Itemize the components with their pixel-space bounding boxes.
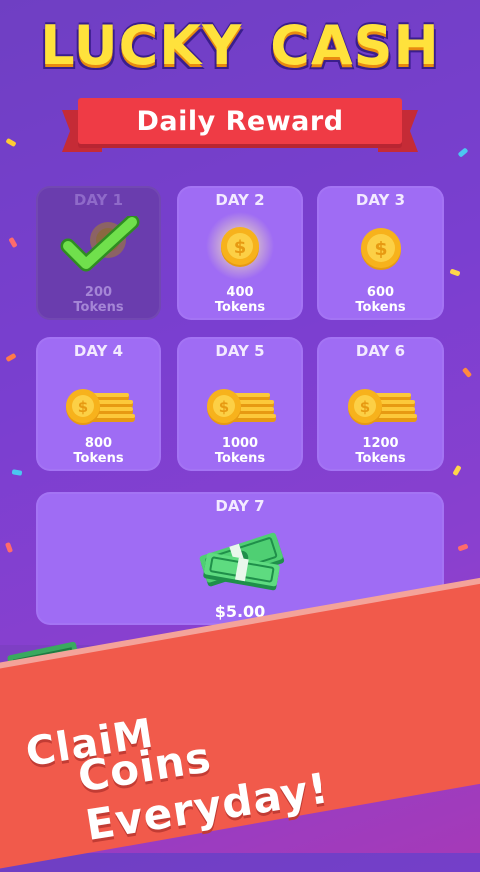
- coin-stack-icon: $: [65, 389, 135, 425]
- confetti: [5, 137, 17, 148]
- svg-text:$: $: [374, 238, 387, 260]
- cash-bundle-icon: [199, 532, 285, 591]
- coin-with-check-icon: [60, 216, 139, 272]
- day-label: DAY 2: [215, 191, 265, 209]
- reward-unit: Tokens: [73, 451, 124, 466]
- reward-amount: 600: [366, 285, 395, 300]
- reward-card-day-3[interactable]: DAY 3 $ 600 Tokens: [317, 186, 444, 320]
- coin-stack-icon: $: [347, 389, 417, 425]
- svg-text:$: $: [77, 398, 87, 416]
- banner-label: Daily Reward: [136, 105, 344, 137]
- reward-amount: 1200: [362, 436, 399, 451]
- reward-unit: Tokens: [214, 451, 266, 466]
- day-label: DAY 7: [215, 497, 265, 515]
- reward-card-day-1[interactable]: DAY 1 200 Tokens: [36, 186, 161, 320]
- confetti: [457, 543, 469, 552]
- confetti: [8, 236, 18, 249]
- day-label: DAY 3: [355, 191, 406, 209]
- reward-card-day-2[interactable]: DAY 2 $ 400 Tokens: [177, 186, 303, 320]
- confetti: [11, 469, 23, 476]
- svg-text:$: $: [359, 398, 369, 416]
- reward-amount: 800: [84, 436, 113, 451]
- glowing-coin-icon: $: [206, 212, 274, 280]
- day-label: DAY 5: [215, 342, 265, 360]
- confetti: [449, 268, 461, 277]
- reward-card-day-6[interactable]: DAY 6 $ 1200 Tokens: [317, 337, 444, 471]
- reward-unit: Tokens: [355, 300, 406, 315]
- confetti: [4, 541, 14, 554]
- coin-icon: $: [360, 228, 401, 270]
- reward-unit: Tokens: [355, 451, 406, 466]
- reward-unit: Tokens: [214, 300, 266, 315]
- reward-amount: 1000: [221, 436, 259, 451]
- daily-reward-banner: Daily Reward: [62, 98, 418, 152]
- reward-card-day-4[interactable]: DAY 4 $ 800 Tokens: [36, 337, 161, 471]
- confetti: [5, 352, 17, 363]
- coin-stack-icon: $: [207, 389, 276, 425]
- confetti: [452, 464, 462, 477]
- reward-amount: 200: [84, 285, 113, 300]
- reward-unit: Tokens: [73, 300, 124, 315]
- confetti: [457, 147, 469, 158]
- app-title: LUCKY CASH: [0, 14, 480, 77]
- day-label: DAY 4: [73, 342, 124, 360]
- confetti: [461, 367, 473, 378]
- svg-text:$: $: [234, 237, 247, 258]
- title-word-lucky: LUCKY: [40, 14, 243, 77]
- svg-text:$: $: [219, 398, 229, 416]
- day-label: DAY 6: [355, 342, 406, 360]
- reward-card-day-5[interactable]: DAY 5 $ 1000 Tokens: [177, 337, 303, 471]
- reward-amount: 400: [226, 285, 254, 300]
- day-label: DAY 1: [73, 191, 124, 209]
- title-word-cash: CASH: [270, 14, 440, 77]
